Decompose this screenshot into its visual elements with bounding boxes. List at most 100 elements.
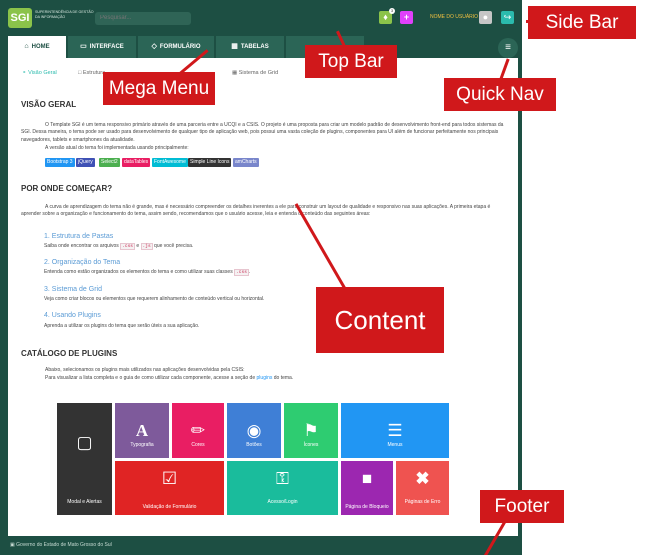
step-text: que você precisa. <box>152 243 194 249</box>
subnav-item-visao-geral[interactable]: ⚬ Visão Geral <box>22 70 57 76</box>
paragraph-text: do tema. <box>272 375 294 381</box>
tile-bloqueio[interactable]: ■ Página de Bloqueio <box>341 461 393 515</box>
tile-label: Cores <box>191 442 205 448</box>
step-link[interactable]: 3. Sistema de Grid <box>44 286 102 293</box>
tab-formulario-label: Formulário <box>159 44 201 50</box>
step-link[interactable]: 4. Usando Plugins <box>44 312 101 319</box>
subnav-label: Estrutura <box>82 70 106 76</box>
type-icon: A <box>135 421 149 440</box>
home-icon: ⌂ <box>24 43 29 50</box>
user-name[interactable]: NOME DO USUÁRIO <box>430 14 478 20</box>
logout-icon[interactable]: ↪ <box>501 11 514 24</box>
tile-menus[interactable]: ☰ Menus <box>341 403 449 458</box>
subnav-label: Sistema de Grid <box>238 70 279 76</box>
tile-modal[interactable]: ▢ Modal e Alertas <box>57 403 112 515</box>
plus-icon[interactable]: + <box>400 11 413 24</box>
tile-typografia[interactable]: A Typografia <box>115 403 169 458</box>
paragraph: O Template SGI é um tema responsivo prim… <box>21 122 504 143</box>
layers-icon: ◇ <box>151 43 157 50</box>
footer: ▣ Governo do Estado de Mato Grosso do Su… <box>0 536 522 555</box>
checkbox-icon: ☑ <box>161 469 178 488</box>
subnav-label: Visão Geral <box>28 70 57 76</box>
tile-label: Menus <box>387 442 403 448</box>
footer-text: Governo do Estado de Mato Grosso do Sul <box>16 542 112 548</box>
key-icon: ⚿ <box>276 469 289 488</box>
menu-icon: ☰ <box>387 421 403 440</box>
plugins-link[interactable]: plugins <box>257 375 273 381</box>
top-bar: SGI Superintendência de Gestão da Inform… <box>0 0 522 36</box>
monitor-icon: ▭ <box>80 43 87 50</box>
tile-label: Páginas de Erro <box>404 499 441 505</box>
quick-nav-button[interactable]: ≡ <box>498 38 518 58</box>
paragraph-text: Para visualizar a lista completa e o gui… <box>45 375 257 381</box>
subnav-item-estrutura[interactable]: □ Estrutura <box>78 70 105 76</box>
menu-icon: ≡ <box>505 42 511 53</box>
avatar[interactable]: ● <box>479 11 492 24</box>
tile-icones[interactable]: ⚑ Ícones <box>284 403 338 458</box>
tile-label: Página de Bloqueio <box>345 504 389 510</box>
step-link[interactable]: 2. Organização do Tema <box>44 259 120 266</box>
plugin-tiles: ▢ Modal e Alertas A Typografia ✏ Cores ◉… <box>44 396 479 528</box>
paragraph: A versão atual do tema foi implementada … <box>45 145 189 151</box>
tile-cores[interactable]: ✏ Cores <box>172 403 224 458</box>
callout-arrow <box>526 20 538 23</box>
tile-label: Typografia <box>130 442 154 448</box>
section-title: Por onde começar? <box>21 184 113 193</box>
notification-badge: 3 <box>389 8 395 14</box>
badge: FontAwesome <box>152 158 188 167</box>
step-text: Entenda como estão organizados os elemen… <box>44 269 235 275</box>
tile-label: Ícones <box>303 442 319 448</box>
badge: jQuery <box>76 158 95 167</box>
logo-text: Superintendência de Gestão da Informação <box>35 10 94 19</box>
tile-botoes[interactable]: ◉ Botões <box>227 403 281 458</box>
tab-home[interactable]: ⌂ Home <box>8 36 66 58</box>
tab-home-label: Home <box>31 44 50 50</box>
callout-mega-menu: Mega Menu <box>103 72 215 105</box>
step-link[interactable]: 1. Estrutura de Pastas <box>44 233 113 240</box>
callout-quick-nav: Quick Nav <box>444 78 556 111</box>
search-input[interactable] <box>95 12 191 25</box>
flag-icon: ⚑ <box>303 421 319 440</box>
inline-code: .js <box>140 243 153 250</box>
callout-content: Content <box>316 287 444 353</box>
badge: amCharts <box>233 158 259 167</box>
tab-interface[interactable]: ▭ Interface <box>68 36 136 58</box>
tile-acesso[interactable]: ⚿ Acesso/Login <box>227 461 338 515</box>
brush-icon: ✏ <box>190 421 206 440</box>
callout-footer: Footer <box>480 490 564 523</box>
paragraph: A curva de aprendizagem do tema não é gr… <box>21 204 491 218</box>
step-text: e <box>134 243 141 249</box>
tile-validacao[interactable]: ☑ Validação de Formulário <box>115 461 224 515</box>
lock-icon: ■ <box>361 469 373 488</box>
badge: Bootstrap 3 <box>45 158 75 167</box>
tile-label: Acesso/Login <box>267 499 298 505</box>
tab-tabelas[interactable]: ▦ Tabelas <box>216 36 284 58</box>
subnav-item-grid[interactable]: ▦ Sistema de Grid <box>232 70 278 76</box>
step-text: . <box>248 269 251 275</box>
tab-tabelas-label: Tabelas <box>240 44 269 50</box>
badge: dataTables <box>122 158 151 167</box>
footer-logo-icon: ▣ <box>10 542 15 548</box>
section-title: Visão Geral <box>21 100 77 109</box>
tile-label: Modal e Alertas <box>67 499 102 505</box>
x-icon: ✖ <box>415 469 430 488</box>
step-text: Saiba onde encontrar os arquivos <box>44 243 121 249</box>
tile-erro[interactable]: ✖ Páginas de Erro <box>396 461 449 515</box>
badge: Simple Line Icons <box>188 158 232 167</box>
section-title: Catálogo de Plugins <box>21 349 118 358</box>
mega-menu: ⌂ Home ▭ Interface ◇ Formulário ▦ Tabelas <box>8 36 522 58</box>
step-desc: Saiba onde encontrar os arquivos .css e … <box>44 243 484 250</box>
step-desc: Entenda como estão organizados os elemen… <box>44 269 484 276</box>
tile-label: Validação de Formulário <box>142 504 197 510</box>
inline-code: .css <box>234 269 249 276</box>
table-icon: ▦ <box>231 43 238 50</box>
tile-label: Botões <box>246 442 262 448</box>
paragraph: Para visualizar a lista completa e o gui… <box>45 375 505 382</box>
inline-code: .css <box>120 243 135 250</box>
toggle-icon: ◉ <box>246 421 262 440</box>
callout-top-bar: Top Bar <box>305 45 397 78</box>
badge: Select2 <box>99 158 120 167</box>
callout-side-bar: Side Bar <box>528 6 636 39</box>
tab-interface-label: Interface <box>89 44 124 50</box>
logo[interactable]: SGI Superintendência de Gestão da Inform… <box>8 8 94 28</box>
